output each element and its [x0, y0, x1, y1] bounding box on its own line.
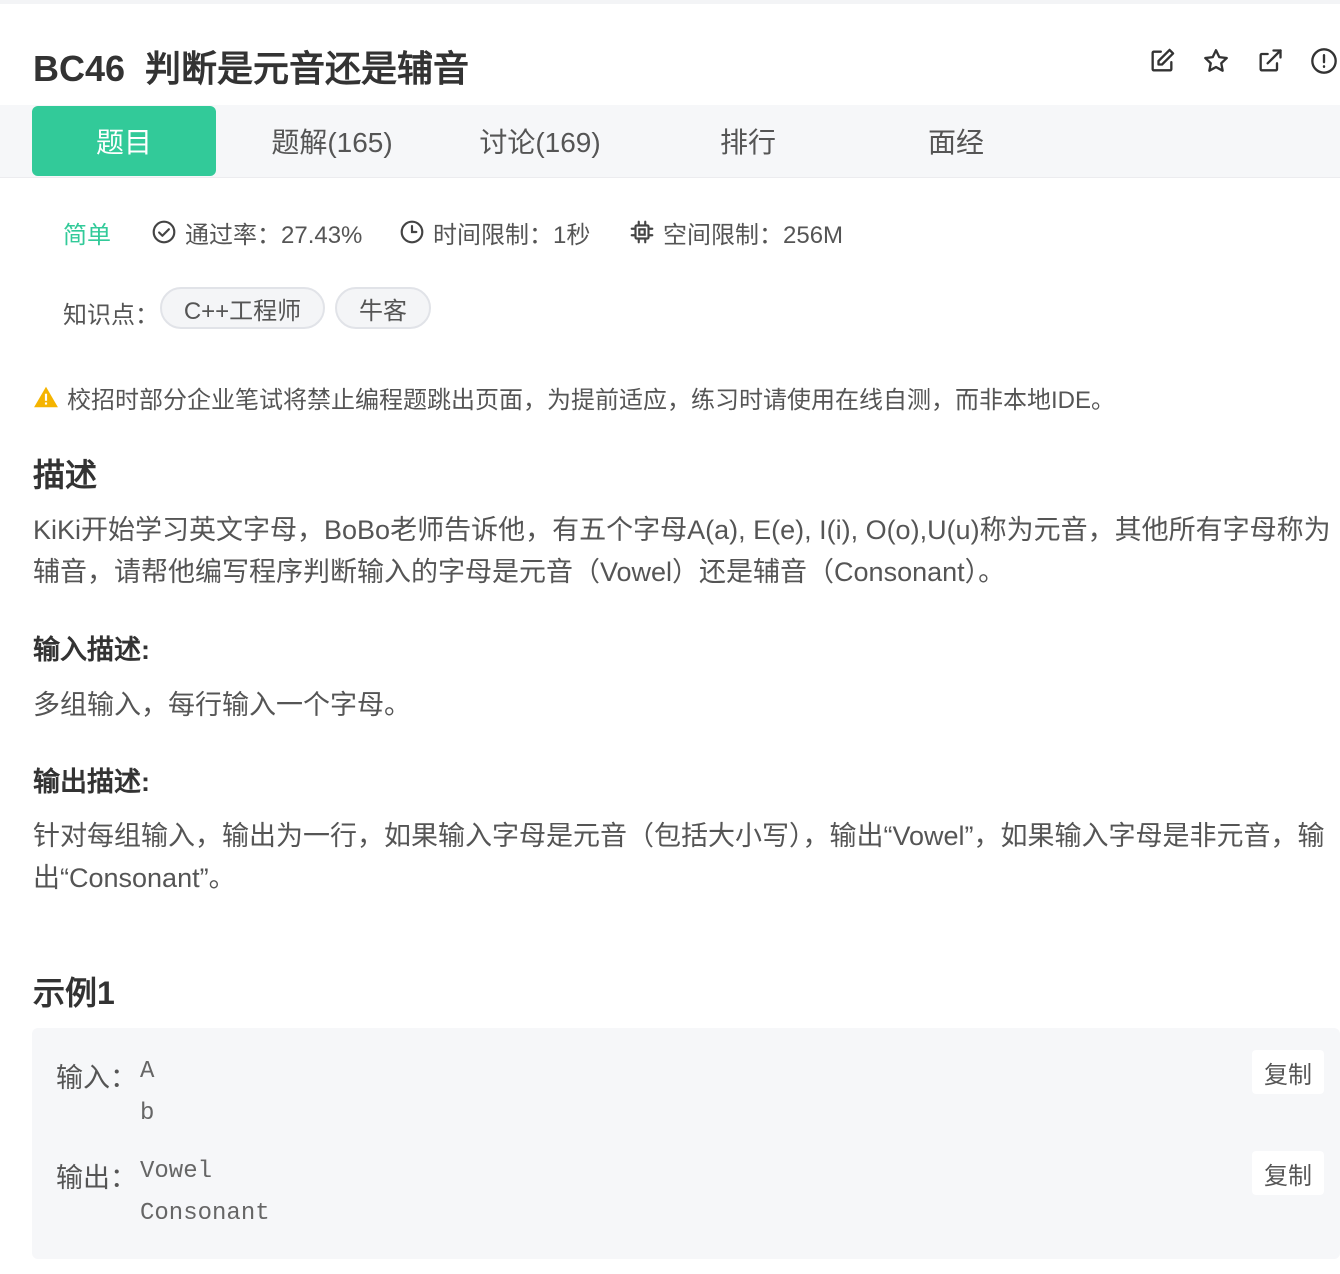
- tab-problem[interactable]: 题目: [32, 106, 216, 176]
- share-icon: [1259, 49, 1282, 72]
- copy-input-button[interactable]: 复制: [1252, 1050, 1324, 1094]
- report-icon: [1311, 48, 1337, 74]
- time-limit: 时间限制：1秒: [399, 214, 590, 250]
- input-description-text: 多组输入，每行输入一个字母。: [33, 690, 411, 720]
- example-input-label: 输入：: [56, 1063, 137, 1093]
- tab-interview[interactable]: 面经: [864, 105, 1048, 177]
- tab-ranking[interactable]: 排行: [656, 105, 840, 177]
- star-icon: [1204, 49, 1228, 72]
- warning-icon: [34, 386, 58, 408]
- tab-discussion[interactable]: 讨论(169): [448, 105, 632, 177]
- description-text: KiKi开始学习英文字母，BoBo老师告诉他，有五个字母A(a), E(e), …: [33, 515, 1331, 587]
- output-description-heading: 输出描述:: [33, 767, 150, 797]
- edit-icon: [1151, 48, 1175, 72]
- example-output-label: 输出：: [56, 1163, 137, 1193]
- tag-cpp-engineer[interactable]: C++工程师: [160, 287, 325, 329]
- problem-id: BC46: [33, 48, 126, 89]
- check-circle-icon: [151, 219, 177, 245]
- warning-text: 校招时部分企业笔试将禁止编程题跳出页面，为提前适应，练习时请使用在线自测，而非本…: [67, 386, 1116, 414]
- chip-icon: [629, 219, 655, 245]
- page-title: BC46 判断是元音还是辅音: [33, 40, 469, 92]
- favorite-button[interactable]: [1200, 45, 1232, 77]
- difficulty-badge: 简单: [63, 221, 111, 249]
- example-input-value: A b: [140, 1058, 155, 1127]
- tag-nowcoder[interactable]: 牛客: [335, 287, 431, 329]
- space-limit: 空间限制：256M: [629, 214, 843, 250]
- input-description-heading: 输入描述:: [33, 635, 150, 665]
- description-heading: 描述: [33, 457, 98, 493]
- clock-icon: [399, 219, 425, 245]
- pass-rate: 通过率：27.43%: [151, 214, 362, 250]
- example-heading: 示例1: [33, 975, 115, 1011]
- example-box: 输入： A b 复制 输出： Vowel Consonant 复制: [32, 1028, 1340, 1259]
- time-limit-text: 时间限制：1秒: [433, 221, 591, 249]
- tab-solutions[interactable]: 题解(165): [240, 105, 424, 177]
- edit-button[interactable]: [1146, 45, 1178, 77]
- pass-rate-text: 通过率：27.43%: [185, 221, 363, 249]
- tab-bar: 题目 题解(165) 讨论(169) 排行 面经: [0, 105, 1340, 178]
- share-button[interactable]: [1254, 45, 1286, 77]
- problem-name: 判断是元音还是辅音: [145, 48, 470, 89]
- output-description-text: 针对每组输入，输出为一行，如果输入字母是元音（包括大小写），输出“Vowel”，…: [33, 821, 1325, 893]
- top-divider: [0, 0, 1340, 4]
- space-limit-text: 空间限制：256M: [663, 221, 844, 249]
- report-button[interactable]: [1308, 45, 1340, 77]
- example-output-value: Vowel Consonant: [140, 1158, 270, 1227]
- knowledge-label: 知识点：: [63, 302, 159, 329]
- copy-output-button[interactable]: 复制: [1252, 1151, 1324, 1195]
- warning-notice: 校招时部分企业笔试将禁止编程题跳出页面，为提前适应，练习时请使用在线自测，而非本…: [33, 380, 1115, 414]
